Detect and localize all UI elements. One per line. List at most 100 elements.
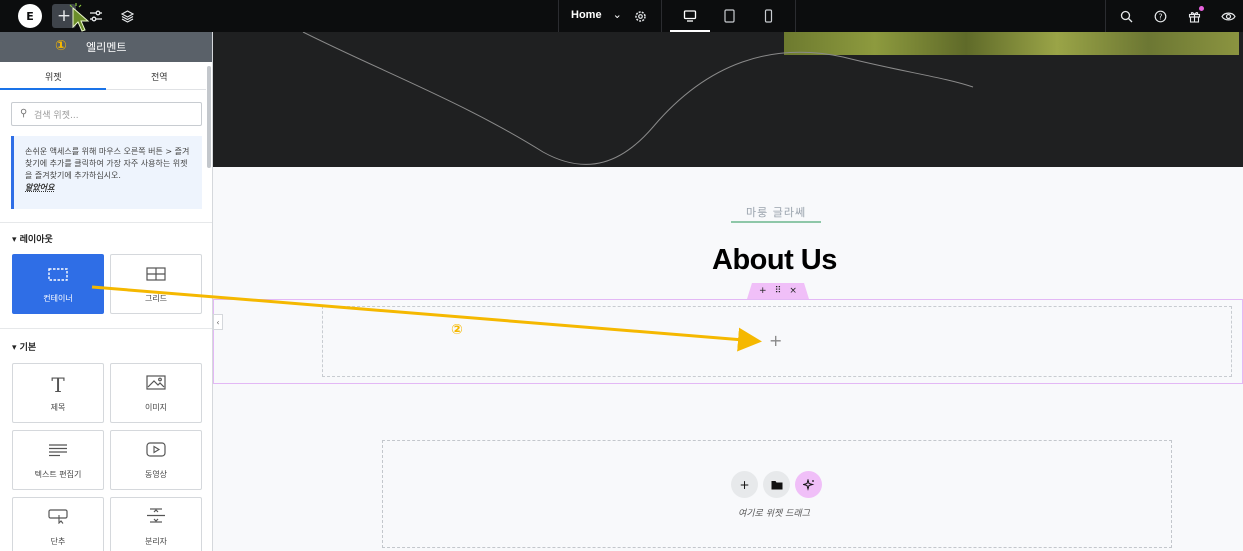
gift-icon <box>1188 11 1200 23</box>
panel-header: ① 엘리멘트 <box>0 32 212 62</box>
svg-text:?: ? <box>1158 12 1162 21</box>
page-selector-label: Home <box>571 9 602 21</box>
folder-icon <box>771 480 782 489</box>
widget-container[interactable]: 컨테이너 <box>12 254 104 314</box>
page-selector[interactable]: Home ⌄ <box>571 8 622 21</box>
page-canvas: 마룽 글라쎄 About Us + ⠿ × + + 여기로 위젯 드래그 <box>213 32 1243 551</box>
plus-icon: + <box>739 477 750 492</box>
add-new-section-button[interactable]: + <box>731 471 758 498</box>
divider <box>795 0 796 32</box>
step-1-marker: ① <box>55 38 67 54</box>
notification-dot <box>1199 6 1204 11</box>
widget-label: 단추 <box>50 537 66 546</box>
dismiss-tip-link[interactable]: 알았어요 <box>25 183 54 192</box>
divider <box>661 0 662 32</box>
section-layout-header[interactable]: ▾ 레이아웃 <box>12 232 53 245</box>
tab-widgets[interactable]: 위젯 <box>45 70 62 83</box>
gear-icon <box>634 10 646 22</box>
tablet-view-button[interactable] <box>717 4 741 28</box>
divider <box>558 0 559 32</box>
preview-button[interactable] <box>1216 4 1240 28</box>
top-bar: E + Home ⌄ ? <box>0 0 1243 32</box>
elementor-logo[interactable]: E <box>18 4 42 28</box>
panel-tabs: 위젯 전역 <box>0 62 206 90</box>
widget-text-editor[interactable]: 텍스트 편집기 <box>12 430 104 490</box>
widget-divider[interactable]: 분리자 <box>110 497 202 551</box>
add-widget-icon[interactable]: + <box>769 331 782 350</box>
widget-label: 이미지 <box>144 403 168 412</box>
image-icon <box>146 373 166 397</box>
help-button[interactable]: ? <box>1148 4 1172 28</box>
decorative-wave <box>302 32 974 165</box>
mobile-icon <box>764 9 772 23</box>
finder-button[interactable] <box>1114 4 1138 28</box>
template-library-button[interactable] <box>763 471 790 498</box>
collapse-panel-button[interactable]: ‹ <box>213 314 223 330</box>
tab-globals[interactable]: 전역 <box>151 70 168 83</box>
panel-scrollbar[interactable] <box>207 66 211 168</box>
section-heading[interactable]: About Us <box>712 244 837 277</box>
hero-section <box>213 32 1243 167</box>
layers-icon <box>120 9 134 23</box>
active-tab-indicator <box>0 88 106 90</box>
drop-zone-label: 여기로 위젯 드래그 <box>738 509 810 519</box>
button-icon <box>48 507 68 531</box>
step-2-marker: ② <box>451 322 463 338</box>
section-subtitle[interactable]: 마룽 글라쎄 <box>746 204 806 220</box>
section-basic-label: 기본 <box>19 343 37 353</box>
widget-button[interactable]: 단추 <box>12 497 104 551</box>
widget-label: 컨테이너 <box>43 294 73 303</box>
search-widget-input[interactable]: ⚲ 검색 위젯... <box>11 102 202 126</box>
ai-sparkle-icon <box>802 478 814 491</box>
divider <box>0 328 212 329</box>
section-basic-header[interactable]: ▾ 기본 <box>12 340 36 353</box>
heading-icon: T <box>51 373 65 397</box>
chevron-left-icon: ‹ <box>216 317 220 327</box>
widget-video[interactable]: 동영상 <box>110 430 202 490</box>
structure-button[interactable] <box>115 4 139 28</box>
divider <box>0 222 212 223</box>
chevron-down-icon: ⌄ <box>612 9 622 21</box>
section-handle[interactable]: + ⠿ × <box>747 283 809 299</box>
container-icon <box>48 264 68 288</box>
caret-down-icon: ▾ <box>12 343 20 353</box>
panel-title: 엘리멘트 <box>86 41 127 54</box>
widget-label: 그리드 <box>144 294 168 303</box>
eye-icon <box>1220 12 1236 20</box>
divider <box>1105 0 1106 32</box>
widget-heading[interactable]: T 제목 <box>12 363 104 423</box>
text-editor-icon <box>48 440 68 464</box>
search-icon: ⚲ <box>20 108 28 119</box>
widget-panel: ① 엘리멘트 위젯 전역 ⚲ 검색 위젯... 손쉬운 액세스를 위해 마우스 … <box>0 32 213 551</box>
section-layout-label: 레이아웃 <box>19 235 53 245</box>
grid-icon <box>146 264 166 288</box>
plus-icon: + <box>56 6 72 26</box>
widget-label: 제목 <box>50 403 66 412</box>
add-section-icon[interactable]: + <box>759 286 767 296</box>
widget-grid[interactable]: 그리드 <box>110 254 202 314</box>
widget-label: 텍스트 편집기 <box>34 470 82 479</box>
sliders-icon <box>90 10 102 22</box>
delete-section-icon[interactable]: × <box>789 286 797 296</box>
widget-label: 동영상 <box>144 470 168 479</box>
desktop-view-button[interactable] <box>678 4 702 28</box>
favorites-tip: 손쉬운 액세스를 위해 마우스 오른쪽 버튼 > 즐겨찾기에 추가를 클릭하여 … <box>11 136 202 209</box>
search-placeholder: 검색 위젯... <box>34 111 79 121</box>
drag-handle-icon[interactable]: ⠿ <box>775 286 782 296</box>
add-element-button[interactable]: + <box>52 4 76 28</box>
favorites-tip-text: 손쉬운 액세스를 위해 마우스 오른쪽 버튼 > 즐겨찾기에 추가를 클릭하여 … <box>25 147 190 180</box>
caret-down-icon: ▾ <box>12 235 20 245</box>
elementor-editor: E + Home ⌄ ? ① 엘리멘트 위젯 전역 ⚲ 검색 위젯... 손쉬운… <box>0 0 1243 551</box>
mobile-view-button[interactable] <box>756 4 780 28</box>
page-settings-button[interactable] <box>628 4 652 28</box>
desktop-icon <box>683 10 697 22</box>
divider-icon <box>146 507 166 531</box>
ai-button[interactable] <box>795 471 822 498</box>
tablet-icon <box>723 9 735 23</box>
widget-image[interactable]: 이미지 <box>110 363 202 423</box>
search-icon <box>1120 10 1132 22</box>
widget-label: 분리자 <box>144 537 168 546</box>
help-icon: ? <box>1154 10 1166 22</box>
subtitle-underline <box>731 221 821 223</box>
site-settings-button[interactable] <box>84 4 108 28</box>
